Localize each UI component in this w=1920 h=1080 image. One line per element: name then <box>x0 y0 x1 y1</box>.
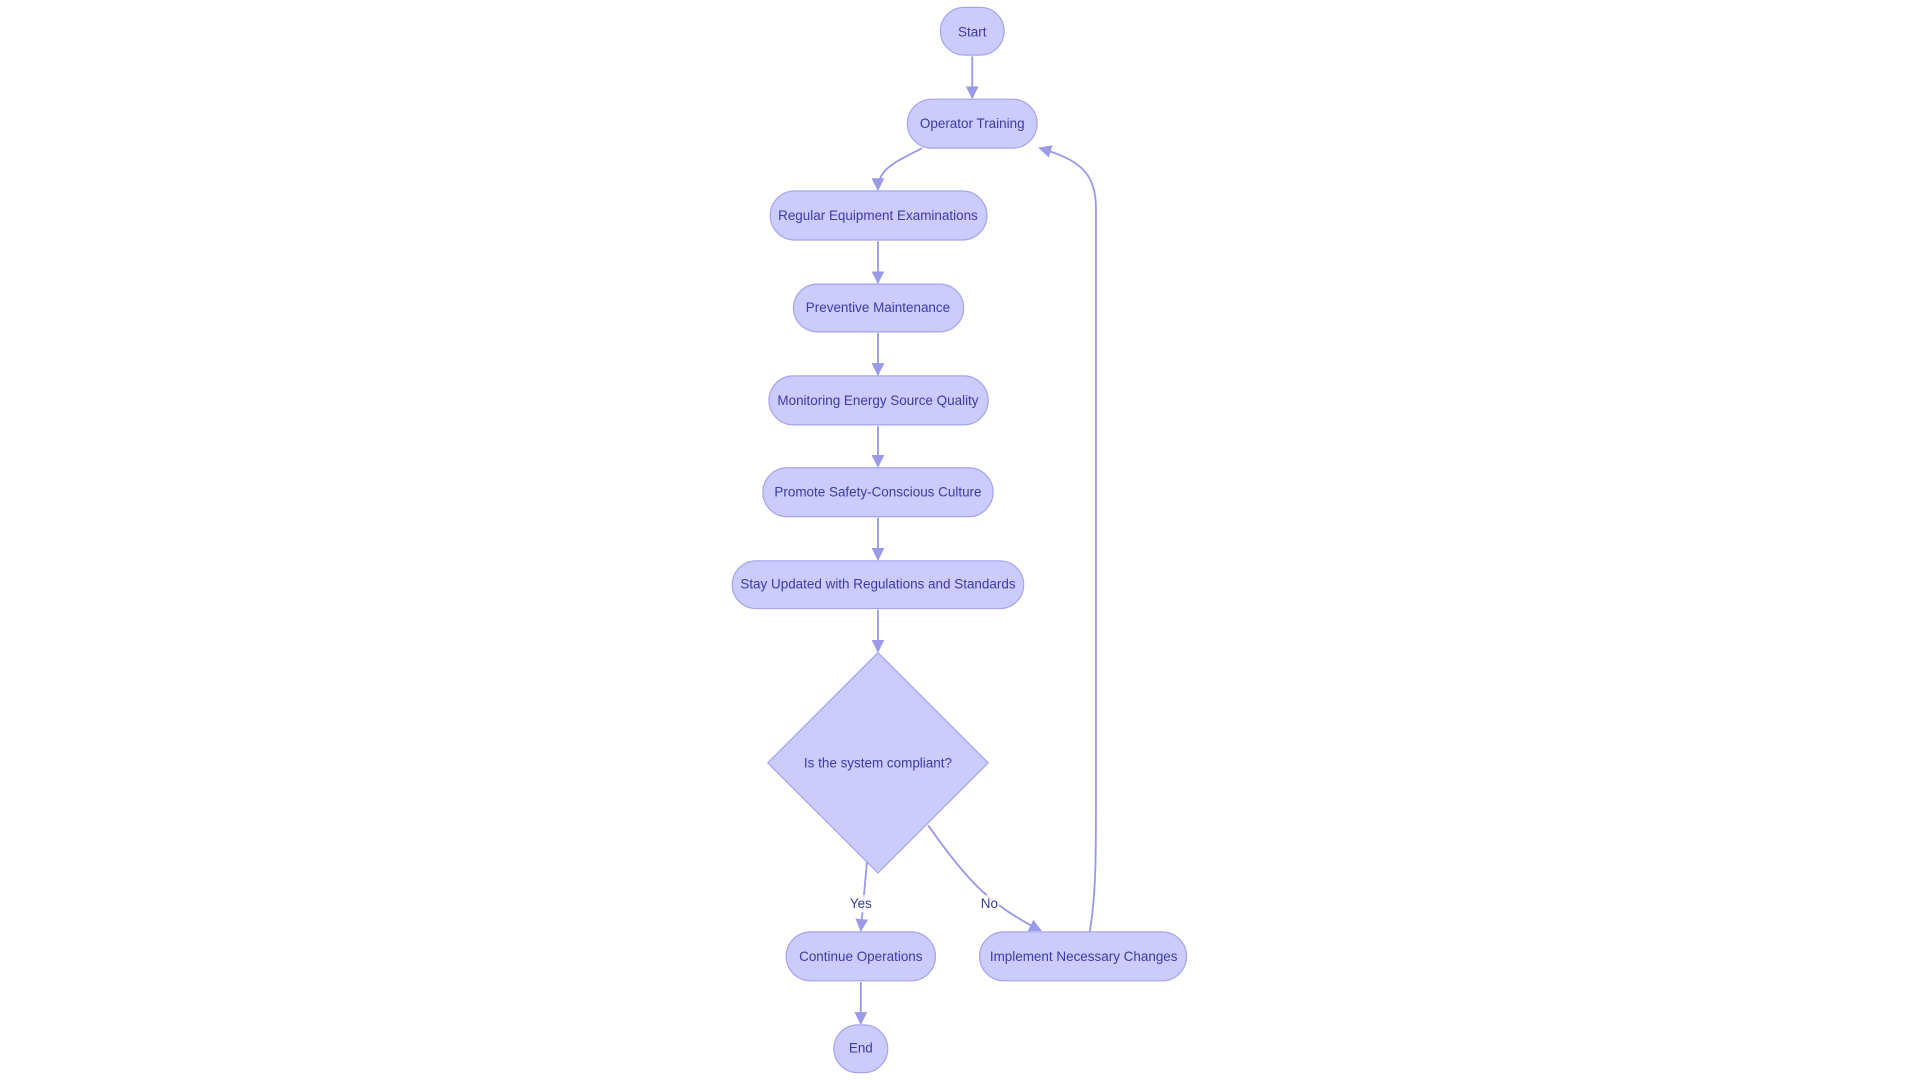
node-stay-updated-label: Stay Updated with Regulations and Standa… <box>740 577 1015 592</box>
node-regular-exams-label: Regular Equipment Examinations <box>778 208 978 223</box>
edge-label-no: No <box>981 896 998 911</box>
node-promote: Promote Safety-Conscious Culture <box>762 467 994 518</box>
node-end-label: End <box>849 1041 873 1056</box>
node-start: Start <box>939 6 1005 56</box>
node-operator-training-label: Operator Training <box>920 116 1025 131</box>
edge-label-yes: Yes <box>850 896 872 911</box>
node-monitoring: Monitoring Energy Source Quality <box>768 375 989 426</box>
node-continue-label: Continue Operations <box>799 949 923 964</box>
node-regular-exams: Regular Equipment Examinations <box>769 190 988 241</box>
node-end: End <box>833 1024 889 1074</box>
flowchart-canvas: Yes No Start Operator Training Regular E… <box>731 6 1188 1074</box>
node-start-label: Start <box>958 24 987 39</box>
node-continue: Continue Operations <box>785 931 937 982</box>
node-implement: Implement Necessary Changes <box>978 931 1188 982</box>
node-decision: Is the system compliant? <box>766 651 990 874</box>
edge-implement-to-training <box>1038 145 1097 932</box>
node-promote-label: Promote Safety-Conscious Culture <box>774 485 981 500</box>
node-monitoring-label: Monitoring Energy Source Quality <box>777 393 978 408</box>
edge-decision-no <box>927 824 1042 932</box>
edge-training-to-exams <box>871 147 923 192</box>
node-operator-training: Operator Training <box>906 98 1038 149</box>
node-decision-label: Is the system compliant? <box>804 755 952 770</box>
node-preventive: Preventive Maintenance <box>792 283 965 333</box>
node-implement-label: Implement Necessary Changes <box>990 949 1178 964</box>
node-stay-updated: Stay Updated with Regulations and Standa… <box>731 560 1025 610</box>
node-preventive-label: Preventive Maintenance <box>806 300 950 315</box>
